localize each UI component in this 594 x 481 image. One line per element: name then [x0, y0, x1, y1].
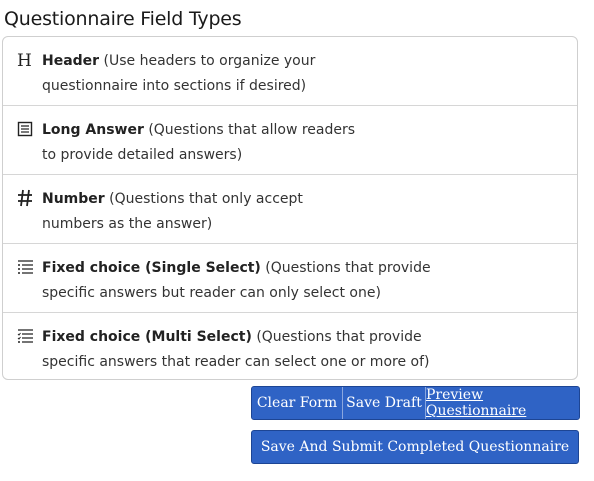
- preview-questionnaire-link[interactable]: Preview Questionnaire: [426, 387, 579, 419]
- field-type-description-line2: numbers as the answer): [42, 216, 213, 232]
- field-type-label: Long Answer: [42, 122, 144, 138]
- field-type-header[interactable]: H Header (Use headers to organize your q…: [3, 37, 577, 106]
- field-type-single-select[interactable]: Fixed choice (Single Select) (Questions …: [3, 244, 577, 313]
- field-type-long-answer[interactable]: Long Answer (Questions that allow reader…: [3, 106, 577, 175]
- field-type-description: (Questions that only accept: [109, 191, 303, 207]
- field-type-description: (Questions that provide: [265, 260, 431, 276]
- field-type-number[interactable]: Number (Questions that only accept numbe…: [3, 175, 577, 244]
- page-title: Questionnaire Field Types: [4, 8, 242, 30]
- single-select-list-icon: [15, 257, 35, 277]
- field-type-label: Fixed choice (Multi Select): [42, 329, 252, 345]
- field-type-label: Header: [42, 53, 100, 69]
- field-types-panel: H Header (Use headers to organize your q…: [2, 36, 578, 380]
- field-type-description: (Use headers to organize your: [103, 53, 316, 69]
- field-type-description-line2: specific answers but reader can only sel…: [42, 285, 381, 301]
- hash-number-icon: [15, 188, 35, 208]
- save-draft-button[interactable]: Save Draft: [343, 387, 426, 419]
- multi-select-list-icon: [15, 326, 35, 346]
- field-type-text: Header (Use headers to organize your que…: [42, 49, 462, 99]
- form-actions-button-group: Clear Form Save Draft Preview Questionna…: [251, 386, 580, 420]
- field-type-label: Number: [42, 191, 105, 207]
- field-type-text: Fixed choice (Single Select) (Questions …: [42, 256, 462, 306]
- clear-form-button[interactable]: Clear Form: [252, 387, 343, 419]
- field-type-label: Fixed choice (Single Select): [42, 260, 261, 276]
- field-type-description-line2: specific answers that reader can select …: [42, 354, 430, 370]
- long-answer-icon: [15, 119, 35, 139]
- field-type-description-line2: to provide detailed answers): [42, 147, 243, 163]
- field-type-text: Long Answer (Questions that allow reader…: [42, 118, 462, 168]
- field-type-text: Number (Questions that only accept numbe…: [42, 187, 462, 237]
- svg-text:H: H: [17, 51, 32, 69]
- field-type-text: Fixed choice (Multi Select) (Questions t…: [42, 325, 462, 375]
- save-and-submit-button[interactable]: Save And Submit Completed Questionnaire: [251, 430, 579, 464]
- field-type-multi-select[interactable]: Fixed choice (Multi Select) (Questions t…: [3, 313, 577, 379]
- field-type-description-line2: questionnaire into sections if desired): [42, 78, 307, 94]
- field-type-description: (Questions that allow readers: [148, 122, 356, 138]
- field-type-description: (Questions that provide: [256, 329, 422, 345]
- header-h-icon: H: [15, 50, 35, 70]
